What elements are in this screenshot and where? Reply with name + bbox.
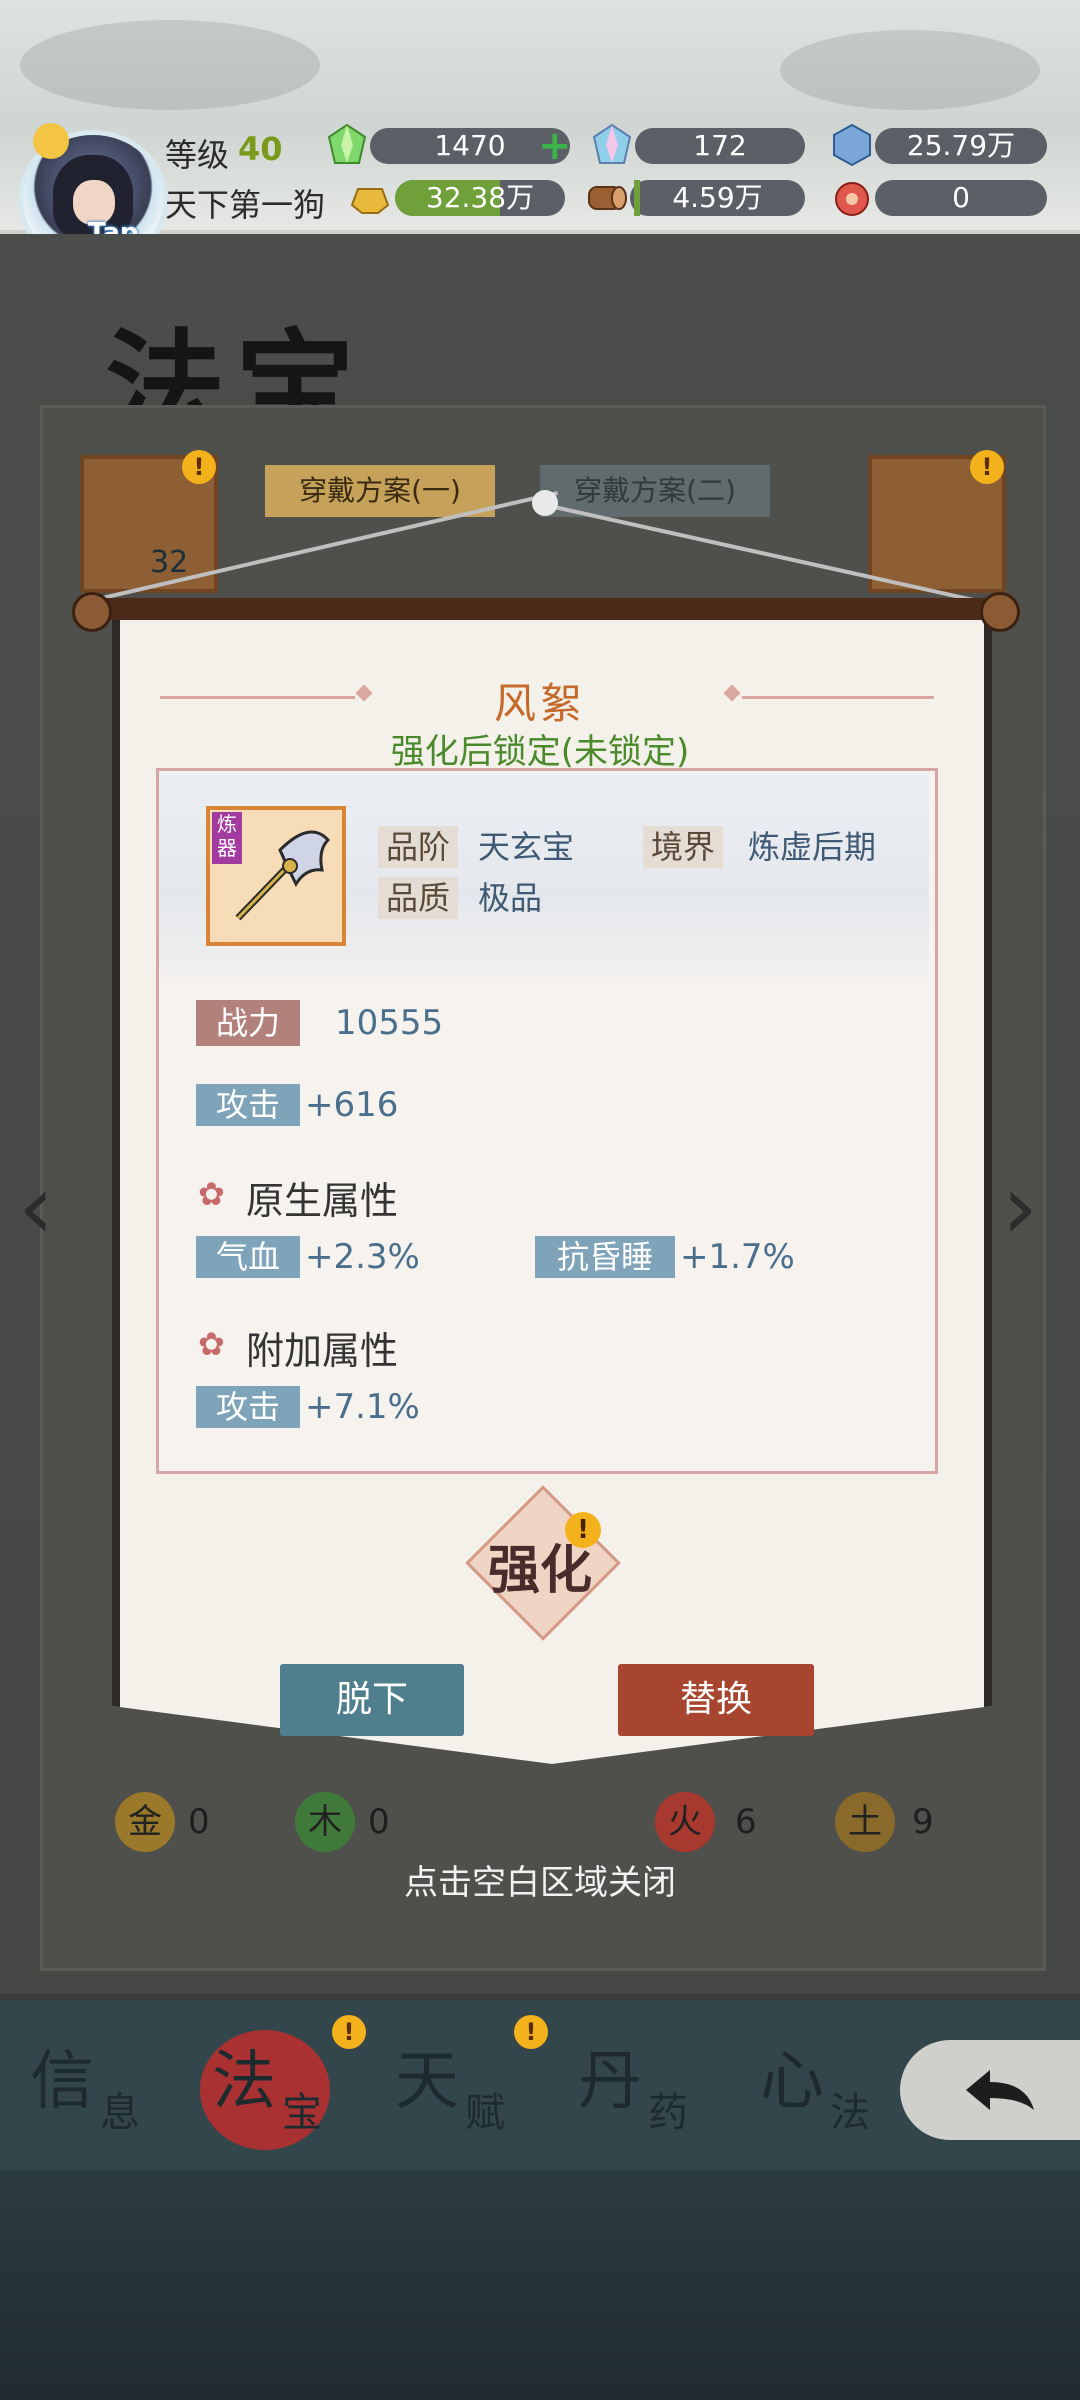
wood-progress-fill <box>634 180 640 216</box>
nav-tab-main-glyph: 心 <box>760 2045 824 2119</box>
back-button[interactable] <box>900 2040 1080 2140</box>
element-earth-icon: 土 <box>835 1792 895 1852</box>
nav-tab-pill[interactable]: 丹 药 <box>578 2030 738 2140</box>
tab-scheme-1[interactable]: 穿戴方案(一) <box>265 465 495 517</box>
level-value: 40 <box>238 130 283 168</box>
element-wood-icon: 木 <box>295 1792 355 1852</box>
element-earth-count: 9 <box>912 1802 934 1842</box>
refine-tag: 炼器 <box>212 812 242 864</box>
element-metal-icon: 金 <box>115 1792 175 1852</box>
resource-value-red-pill: 0 <box>875 180 1047 216</box>
realm-label: 境界 <box>643 826 724 868</box>
player-name: 天下第一狗 <box>165 186 326 224</box>
landscape-decoration <box>0 2170 1080 2400</box>
gold-amount: 32.38万 <box>425 181 535 214</box>
nav-tab-sub-glyph: 息 <box>100 2090 140 2136</box>
stat-value-attack: +616 <box>305 1085 399 1125</box>
element-metal-count: 0 <box>188 1802 210 1842</box>
nav-tab-main-glyph: 天 <box>395 2045 459 2119</box>
alert-badge-icon: ! <box>182 450 216 484</box>
stat-label-sleep-resist: 抗昏睡 <box>535 1236 675 1278</box>
stat-label-attack: 攻击 <box>196 1084 300 1126</box>
add-resource-button[interactable]: + <box>538 126 572 166</box>
nav-tab-main-glyph: 信 <box>30 2045 94 2119</box>
wood-log-icon <box>588 186 627 210</box>
nav-tab-sub-glyph: 药 <box>648 2090 688 2136</box>
resource-value-wood: 4.59万 <box>630 180 805 216</box>
sun-icon <box>33 123 69 159</box>
resource-value-rainbow-crystal: 172 <box>635 128 805 164</box>
flower-icon: ✿ <box>198 1175 225 1213</box>
hanging-pin <box>532 490 558 516</box>
alert-badge-icon: ! <box>565 1512 601 1548</box>
close-hint: 点击空白区域关闭 <box>404 1863 676 1903</box>
scroll-rod <box>78 598 1008 620</box>
red-pill-icon <box>835 182 869 216</box>
element-fire-icon: 火 <box>655 1792 715 1852</box>
stat-value-hp: +2.3% <box>305 1237 420 1277</box>
nav-tab-sub-glyph: 宝 <box>282 2090 322 2136</box>
resource-value-blue-gem: 25.79万 <box>875 128 1047 164</box>
stat-value-attack-bonus: +7.1% <box>305 1387 420 1427</box>
back-arrow-icon <box>966 2070 1034 2110</box>
power-label: 战力 <box>196 1000 300 1046</box>
resource-value-gold: 32.38万 <box>395 180 565 216</box>
level-label: 等级 <box>165 136 230 174</box>
alert-badge-icon: ! <box>514 2015 548 2049</box>
stat-label-hp: 气血 <box>196 1236 300 1278</box>
power-value: 10555 <box>335 1003 444 1043</box>
extra-attributes-title: 附加属性 <box>246 1329 399 1373</box>
element-wood-count: 0 <box>368 1802 390 1842</box>
mountain-decoration <box>20 20 320 110</box>
alert-badge-icon: ! <box>332 2015 366 2049</box>
nav-tab-main-glyph: 法 <box>212 2045 276 2119</box>
lock-status: 强化后锁定(未锁定) <box>390 732 690 772</box>
gold-ingot-icon <box>350 188 390 214</box>
realm-value: 炼虚后期 <box>748 828 877 866</box>
stat-value-sleep-resist: +1.7% <box>680 1237 795 1277</box>
element-fire-count: 6 <box>735 1802 757 1842</box>
mountain-decoration <box>780 30 1040 110</box>
nav-tab-main-glyph: 丹 <box>578 2045 642 2119</box>
scroll-knob <box>980 592 1020 632</box>
item-name: 风絮 <box>493 679 586 728</box>
blue-gem-icon <box>833 123 871 167</box>
replace-button[interactable]: 替换 <box>618 1664 814 1736</box>
nav-tab-sub-glyph: 法 <box>830 2090 870 2136</box>
previous-arrow-icon[interactable]: ‹ <box>18 1155 54 1260</box>
alert-badge-icon: ! <box>970 450 1004 484</box>
scroll-knob <box>72 592 112 632</box>
wood-amount: 4.59万 <box>672 181 763 214</box>
rainbow-crystal-icon <box>592 123 632 164</box>
green-crystal-icon <box>327 123 367 164</box>
stat-label-attack-bonus: 攻击 <box>196 1386 300 1428</box>
nav-tab-method[interactable]: 心 法 <box>760 2030 920 2140</box>
native-attributes-title: 原生属性 <box>246 1179 399 1223</box>
quality-value: 极品 <box>478 879 543 917</box>
nav-tab-sub-glyph: 赋 <box>465 2090 505 2136</box>
flower-icon: ✿ <box>198 1325 225 1363</box>
next-arrow-icon[interactable]: › <box>1002 1155 1038 1260</box>
slot-count: 32 <box>150 545 189 580</box>
quality-label: 品质 <box>378 877 459 919</box>
nav-tab-info[interactable]: 信 息 <box>30 2030 190 2140</box>
unequip-button[interactable]: 脱下 <box>280 1664 464 1736</box>
grade-label: 品阶 <box>378 826 459 868</box>
grade-value: 天玄宝 <box>478 828 575 866</box>
